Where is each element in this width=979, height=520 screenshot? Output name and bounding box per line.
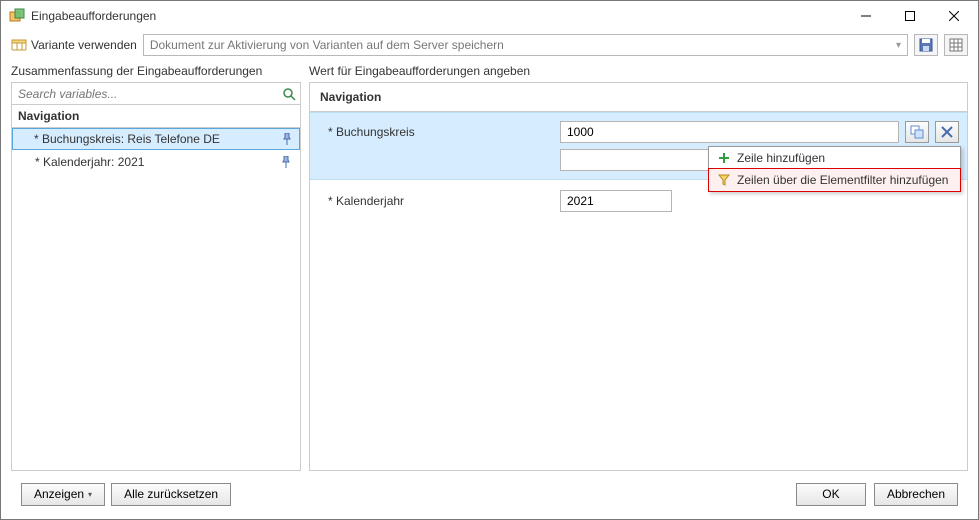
left-column: Zusammenfassung der Eingabeaufforderunge… bbox=[11, 62, 301, 471]
content-area: Variante verwenden Dokument zur Aktivier… bbox=[1, 31, 978, 519]
chevron-down-icon: ▾ bbox=[896, 40, 901, 51]
maximize-button[interactable] bbox=[888, 2, 932, 30]
plus-icon bbox=[717, 152, 731, 164]
maximize-icon bbox=[905, 11, 915, 21]
value-help-icon bbox=[910, 125, 924, 139]
value-help-button[interactable] bbox=[905, 121, 929, 143]
pin-icon[interactable] bbox=[281, 156, 291, 168]
pin-icon[interactable] bbox=[282, 133, 292, 145]
window-title: Eingabeaufforderungen bbox=[31, 9, 156, 23]
x-icon bbox=[941, 126, 953, 138]
kalenderjahr-input[interactable] bbox=[560, 190, 672, 212]
variant-label: Variante verwenden bbox=[31, 38, 137, 52]
buchungskreis-row: * Buchungskreis bbox=[310, 121, 967, 143]
buchungskreis-input[interactable] bbox=[560, 121, 899, 143]
ok-button-label: OK bbox=[822, 487, 839, 501]
cancel-button[interactable]: Abbrechen bbox=[874, 483, 958, 506]
add-row-popup: Zeile hinzufügen Zeilen über die Element… bbox=[708, 146, 961, 192]
right-panel: Navigation * Buchungskreis bbox=[309, 82, 968, 471]
funnel-icon bbox=[717, 174, 731, 186]
save-variant-button[interactable] bbox=[914, 34, 938, 56]
close-button[interactable] bbox=[932, 2, 976, 30]
summary-item-label: * Buchungskreis: Reis Telefone DE bbox=[34, 132, 220, 146]
popup-item-label: Zeilen über die Elementfilter hinzufügen bbox=[737, 173, 948, 187]
minimize-button[interactable] bbox=[844, 2, 888, 30]
search-input[interactable] bbox=[16, 86, 282, 102]
app-icon bbox=[9, 8, 25, 24]
summary-item-kalenderjahr[interactable]: * Kalenderjahr: 2021 bbox=[13, 151, 299, 173]
footer: Anzeigen ▾ Alle zurücksetzen OK Abbreche… bbox=[11, 471, 968, 511]
settings-button[interactable] bbox=[944, 34, 968, 56]
variant-toolbar: Variante verwenden Dokument zur Aktivier… bbox=[11, 34, 968, 56]
delete-row-button[interactable] bbox=[935, 121, 959, 143]
minimize-icon bbox=[861, 11, 871, 21]
kalenderjahr-row: * Kalenderjahr bbox=[310, 190, 967, 212]
show-button-label: Anzeigen bbox=[34, 487, 84, 501]
titlebar: Eingabeaufforderungen bbox=[1, 1, 978, 31]
close-icon bbox=[949, 11, 959, 21]
search-wrap bbox=[12, 83, 300, 105]
variant-combo[interactable]: Dokument zur Aktivierung von Varianten a… bbox=[143, 34, 908, 56]
right-column: Wert für Eingabeaufforderungen angeben N… bbox=[309, 62, 968, 471]
ok-button[interactable]: OK bbox=[796, 483, 866, 506]
buchungskreis-label: * Buchungskreis bbox=[310, 125, 560, 139]
search-icon[interactable] bbox=[282, 87, 296, 101]
left-panel: Navigation * Buchungskreis: Reis Telefon… bbox=[11, 82, 301, 471]
left-caption: Zusammenfassung der Eingabeaufforderunge… bbox=[11, 62, 301, 82]
right-caption: Wert für Eingabeaufforderungen angeben bbox=[309, 62, 968, 82]
popup-item-add-via-filter[interactable]: Zeilen über die Elementfilter hinzufügen bbox=[708, 168, 961, 192]
chevron-down-icon: ▾ bbox=[88, 490, 92, 499]
dialog-window: Eingabeaufforderungen Variante verwenden… bbox=[0, 0, 979, 520]
reset-all-button[interactable]: Alle zurücksetzen bbox=[111, 483, 231, 506]
cancel-button-label: Abbrechen bbox=[887, 487, 945, 501]
summary-item-label: * Kalenderjahr: 2021 bbox=[35, 155, 144, 169]
variant-label-wrap: Variante verwenden bbox=[11, 37, 137, 53]
popup-item-add-row[interactable]: Zeile hinzufügen bbox=[709, 147, 960, 169]
kalenderjahr-label: * Kalenderjahr bbox=[310, 194, 560, 208]
left-section-header: Navigation bbox=[12, 105, 300, 128]
main-area: Zusammenfassung der Eingabeaufforderunge… bbox=[11, 62, 968, 471]
variant-icon bbox=[11, 37, 27, 53]
save-icon bbox=[919, 38, 933, 52]
popup-item-label: Zeile hinzufügen bbox=[737, 151, 825, 165]
right-section-header: Navigation bbox=[310, 83, 967, 112]
reset-button-label: Alle zurücksetzen bbox=[124, 487, 218, 501]
show-button[interactable]: Anzeigen ▾ bbox=[21, 483, 105, 506]
variant-combo-placeholder: Dokument zur Aktivierung von Varianten a… bbox=[150, 38, 504, 52]
grid-icon bbox=[949, 38, 963, 52]
summary-item-buchungskreis[interactable]: * Buchungskreis: Reis Telefone DE bbox=[12, 128, 300, 150]
